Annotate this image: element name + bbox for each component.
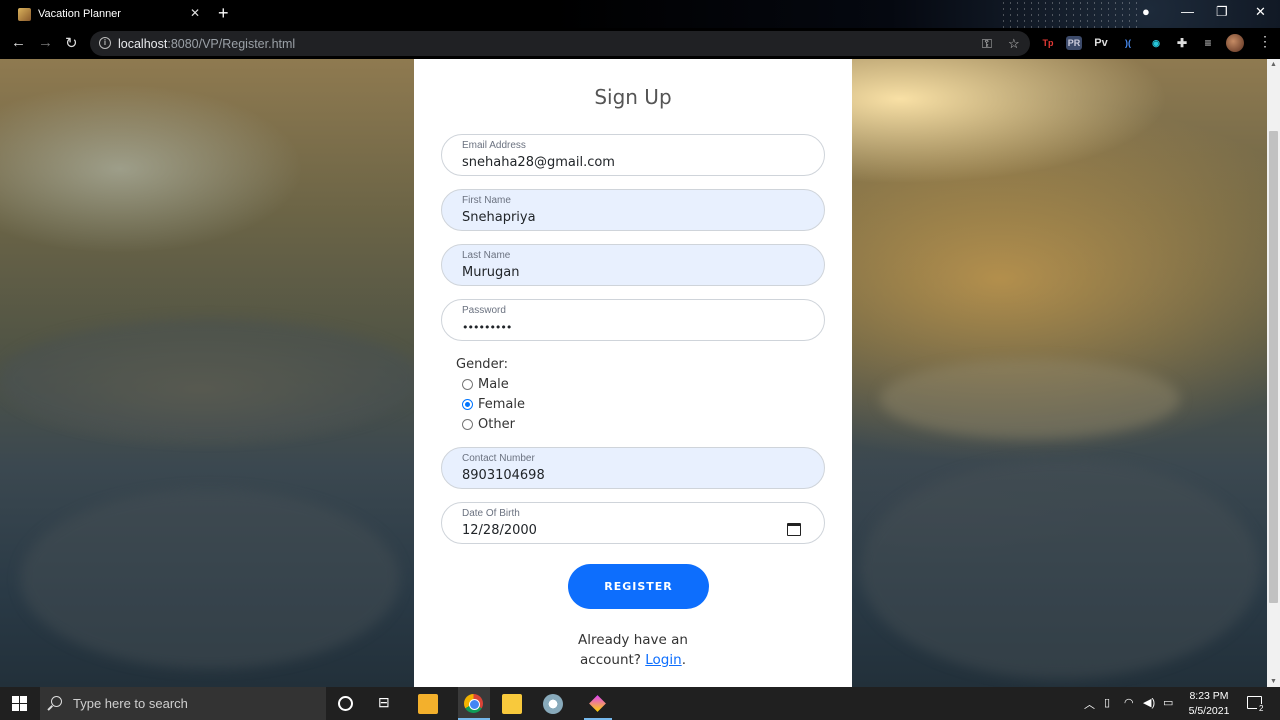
login-trailing-period: . <box>681 652 686 668</box>
email-label: Email Address <box>462 140 526 151</box>
email-value[interactable]: snehaha28@gmail.com <box>462 155 615 170</box>
contact-number-field[interactable]: Contact Number 8903104698 <box>441 447 825 489</box>
gender-option-male[interactable]: Male <box>462 377 509 392</box>
password-label: Password <box>462 305 506 316</box>
date-of-birth-field[interactable]: Date Of Birth 12/28/2000 <box>441 502 825 544</box>
back-icon[interactable]: ← <box>11 34 26 51</box>
url-host: localhost <box>118 36 168 51</box>
close-window-icon[interactable]: ✕ <box>1255 4 1266 20</box>
url-path: :8080/VP/Register.html <box>167 36 296 51</box>
paint-3d-taskbar-button[interactable] <box>584 687 612 720</box>
windows-taskbar: Type here to search ⊟ ︿ ▯ ◠ ◀) ▭ 8:23 PM… <box>0 687 1280 720</box>
notification-count: 2 <box>1257 704 1266 713</box>
last-name-label: Last Name <box>462 250 511 261</box>
paint-3d-icon <box>589 695 606 712</box>
password-value[interactable]: ••••••••• <box>462 321 512 334</box>
paint-icon[interactable] <box>543 694 563 714</box>
cloud-decoration <box>0 319 420 439</box>
first-name-label: First Name <box>462 195 511 206</box>
maximize-icon[interactable]: ❐ <box>1216 4 1228 20</box>
wifi-icon[interactable]: ◠ <box>1124 696 1134 709</box>
reload-icon[interactable]: ↻ <box>65 34 78 52</box>
show-hidden-icons-icon[interactable]: ︿ <box>1084 696 1095 712</box>
browser-toolbar: ← → ↻ i localhost:8080/VP/Register.html … <box>0 28 1280 59</box>
extension-pr-icon[interactable]: PR <box>1066 36 1082 50</box>
radio-other[interactable] <box>462 419 473 430</box>
last-name-field[interactable]: Last Name Murugan <box>441 244 825 286</box>
key-icon[interactable]: ⚿ <box>982 36 992 52</box>
windows-start-icon[interactable] <box>12 696 27 711</box>
gender-label: Gender: <box>456 357 509 372</box>
file-explorer-icon[interactable] <box>502 694 522 714</box>
extension-tp-icon[interactable]: Tp <box>1040 36 1056 50</box>
gender-option-label: Other <box>478 417 515 432</box>
bookmark-star-icon[interactable]: ☆ <box>1008 36 1020 52</box>
last-name-value[interactable]: Murugan <box>462 265 520 280</box>
radio-male[interactable] <box>462 379 473 390</box>
tab-title: Vacation Planner <box>38 8 121 20</box>
extension-bracket-icon[interactable]: )( <box>1120 36 1136 50</box>
task-view-icon[interactable]: ⊟ <box>378 694 398 714</box>
battery-icon[interactable]: ▭ <box>1163 696 1173 709</box>
page-viewport: Sign Up Email Address snehaha28@gmail.co… <box>0 59 1267 687</box>
login-link[interactable]: Login <box>645 652 681 668</box>
site-info-icon[interactable]: i <box>99 37 111 49</box>
page-title: Sign Up <box>594 85 672 109</box>
media-control-icon[interactable]: ≡ <box>1200 36 1216 50</box>
date-of-birth-label: Date Of Birth <box>462 508 520 519</box>
extensions-puzzle-icon[interactable]: ✚ <box>1174 36 1190 50</box>
date-of-birth-value[interactable]: 12/28/2000 <box>462 523 537 538</box>
chrome-taskbar-button[interactable] <box>458 687 490 720</box>
forward-icon[interactable]: → <box>38 34 53 51</box>
page-scrollbar[interactable]: ▲ ▼ <box>1267 59 1280 687</box>
scroll-up-icon[interactable]: ▲ <box>1270 61 1277 68</box>
browser-titlebar: Vacation Planner ✕ + ● — ❐ ✕ <box>0 0 1280 28</box>
cloud-decoration <box>860 459 1260 679</box>
login-prompt-line2: account? <box>580 652 641 668</box>
clock-time: 8:23 PM <box>1189 690 1229 702</box>
taskbar-search-box[interactable]: Type here to search <box>40 687 326 720</box>
scrollbar-thumb[interactable] <box>1269 131 1278 603</box>
browser-menu-icon[interactable]: ⋮ <box>1258 33 1272 50</box>
search-icon <box>51 696 62 707</box>
gender-option-label: Female <box>478 397 526 412</box>
new-tab-icon[interactable]: + <box>218 4 229 22</box>
chrome-icon <box>464 694 483 713</box>
cloud-decoration <box>20 489 400 669</box>
profile-avatar[interactable] <box>1226 34 1244 52</box>
contact-number-value[interactable]: 8903104698 <box>462 468 545 483</box>
gender-option-other[interactable]: Other <box>462 417 515 432</box>
contact-number-label: Contact Number <box>462 453 535 464</box>
gender-option-female[interactable]: Female <box>462 397 525 412</box>
login-prompt-line1: Already have an <box>578 632 688 648</box>
close-tab-icon[interactable]: ✕ <box>190 6 200 20</box>
first-name-value[interactable]: Snehapriya <box>462 210 536 225</box>
radio-female[interactable] <box>462 399 473 410</box>
device-icon[interactable]: ▯ <box>1104 696 1110 709</box>
password-field[interactable]: Password ••••••••• <box>441 299 825 341</box>
address-bar[interactable]: i localhost:8080/VP/Register.html ⚿ ☆ <box>90 31 1030 56</box>
taskbar-clock[interactable]: 8:23 PM 5/5/2021 <box>1180 689 1238 719</box>
profile-dropdown-icon[interactable]: ● <box>1142 4 1150 19</box>
minimize-icon[interactable]: — <box>1181 4 1194 19</box>
signup-card: Sign Up Email Address snehaha28@gmail.co… <box>414 59 852 687</box>
cortana-icon[interactable] <box>338 696 353 711</box>
extension-pv-icon[interactable]: Pv <box>1093 36 1109 50</box>
cloud-decoration <box>880 359 1180 439</box>
scroll-down-icon[interactable]: ▼ <box>1270 678 1277 685</box>
gender-option-label: Male <box>478 377 509 392</box>
first-name-field[interactable]: First Name Snehapriya <box>441 189 825 231</box>
extension-circle-icon[interactable]: ◉ <box>1148 36 1164 50</box>
browser-tab[interactable]: Vacation Planner ✕ <box>8 0 208 28</box>
titlebar-background <box>1000 0 1140 28</box>
volume-icon[interactable]: ◀) <box>1143 696 1155 709</box>
calendar-icon[interactable] <box>787 523 801 536</box>
email-field[interactable]: Email Address snehaha28@gmail.com <box>441 134 825 176</box>
search-placeholder: Type here to search <box>73 696 188 711</box>
register-button[interactable]: REGISTER <box>568 564 709 609</box>
clock-date: 5/5/2021 <box>1188 705 1230 717</box>
login-prompt: Already have an account? Login. <box>414 630 852 670</box>
store-icon[interactable] <box>418 694 438 714</box>
page-favicon-icon <box>18 7 31 21</box>
